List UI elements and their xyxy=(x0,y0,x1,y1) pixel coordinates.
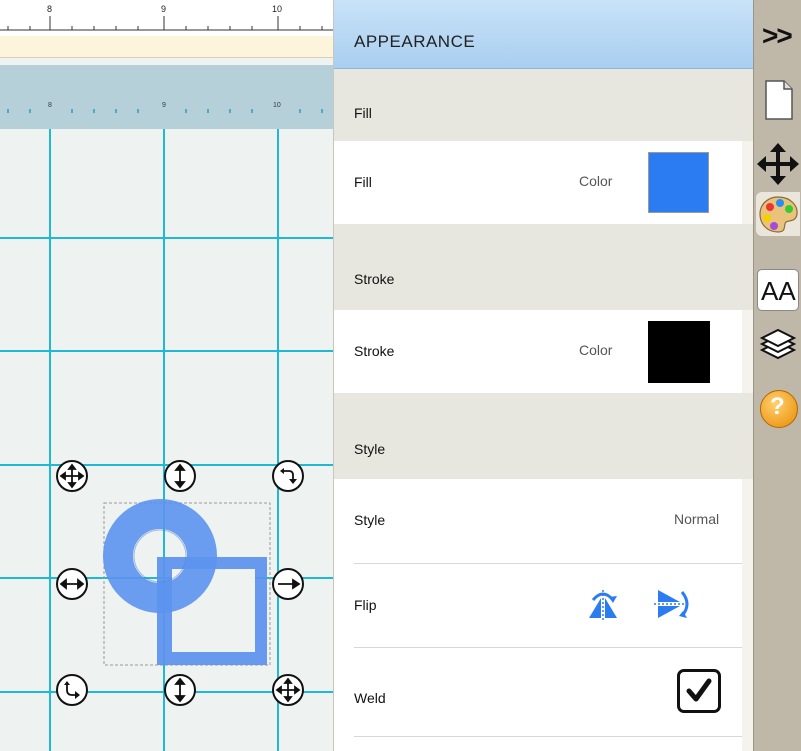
move-handle-icon[interactable] xyxy=(272,674,304,706)
stroke-section-header: Stroke xyxy=(334,224,754,310)
move-icon[interactable] xyxy=(756,142,800,186)
rotate-handle-icon[interactable] xyxy=(56,674,88,706)
checkmark-icon xyxy=(686,678,712,702)
help-icon[interactable]: ? xyxy=(756,386,800,430)
section-label: Stroke xyxy=(354,271,395,287)
help-label: ? xyxy=(770,393,785,420)
text-size-label: AA xyxy=(761,276,796,306)
arrow-right-handle-icon[interactable] xyxy=(272,568,304,600)
palette-icon[interactable] xyxy=(756,192,800,236)
resize-vertical-handle-icon[interactable] xyxy=(164,460,196,492)
weld-label: Weld xyxy=(354,690,386,706)
fill-color-label: Color xyxy=(579,173,613,189)
style-value[interactable]: Normal xyxy=(674,511,719,527)
move-handle-icon[interactable] xyxy=(56,460,88,492)
panel-title: APPEARANCE xyxy=(354,32,476,51)
divider xyxy=(354,736,742,737)
text-size-icon[interactable]: AA xyxy=(756,268,800,312)
collapse-panel-button[interactable]: >> xyxy=(756,14,800,58)
flip-label: Flip xyxy=(354,597,377,613)
fill-color-swatch[interactable] xyxy=(648,152,709,213)
style-label: Style xyxy=(354,512,386,528)
stroke-row[interactable]: Stroke Color xyxy=(334,310,742,393)
stroke-label: Stroke xyxy=(354,343,395,359)
panel-header: APPEARANCE xyxy=(334,0,754,69)
flip-horizontal-icon[interactable] xyxy=(584,586,622,624)
design-canvas[interactable]: 8 9 10 8 9 10 xyxy=(0,0,333,751)
page-icon[interactable] xyxy=(756,78,800,122)
stroke-color-swatch[interactable] xyxy=(648,321,710,383)
fill-section-header: Fill xyxy=(334,69,754,141)
fill-label: Fill xyxy=(354,174,372,190)
appearance-panel: APPEARANCE Fill Fill Color Stroke Stroke… xyxy=(333,0,754,751)
layers-icon[interactable] xyxy=(756,324,800,368)
stroke-color-label: Color xyxy=(579,342,613,358)
right-toolbar: >> AA ? xyxy=(753,0,801,751)
style-section-header: Style xyxy=(334,393,754,479)
selected-shapes[interactable] xyxy=(0,0,333,751)
resize-vertical-handle-icon[interactable] xyxy=(164,674,196,706)
double-chevron-right-icon: >> xyxy=(762,20,793,51)
weld-checkbox[interactable] xyxy=(677,669,721,713)
section-label: Fill xyxy=(354,105,372,121)
fill-row[interactable]: Fill Color xyxy=(334,141,742,224)
resize-horizontal-handle-icon[interactable] xyxy=(56,568,88,600)
section-label: Style xyxy=(354,441,386,457)
divider xyxy=(354,647,742,648)
divider xyxy=(354,563,742,564)
flip-vertical-icon[interactable] xyxy=(652,584,692,624)
rotate-handle-icon[interactable] xyxy=(272,460,304,492)
style-rows: Style Normal Flip Weld xyxy=(334,479,742,751)
